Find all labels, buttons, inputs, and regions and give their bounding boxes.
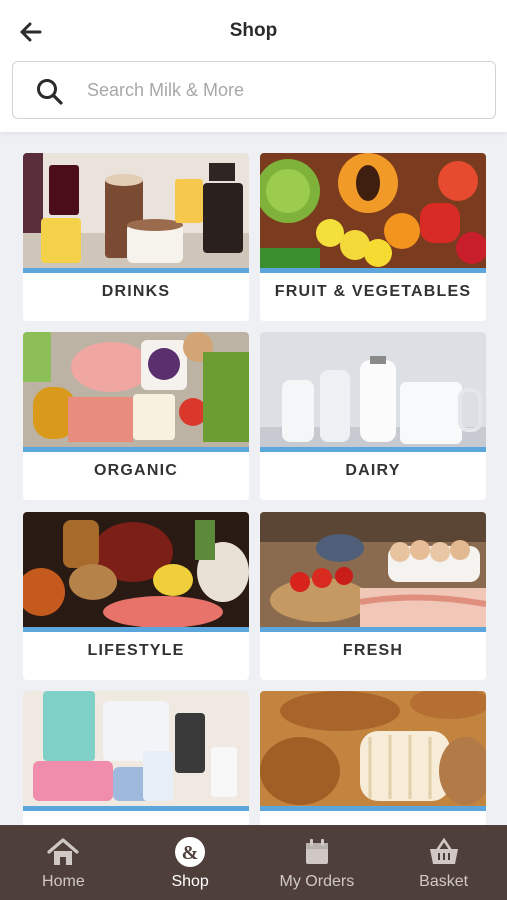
card-accent-bar	[23, 627, 249, 632]
nav-label: Shop	[171, 873, 209, 890]
nav-item-shop[interactable]: & Shop	[127, 825, 254, 900]
bottom-navigation: Home & Shop My Orders Basket	[0, 825, 507, 900]
app-header: Shop	[0, 0, 507, 132]
card-accent-bar	[260, 268, 486, 273]
category-card-fruit-vegetables[interactable]: FRUIT & VEGETABLES	[260, 153, 486, 321]
fruit-vegetables-image	[260, 153, 486, 269]
category-card-7[interactable]	[23, 691, 249, 825]
category-grid: DRINKS FRUIT & VEGETABLES ORGANIC DAIRY …	[0, 132, 507, 825]
card-accent-bar	[23, 447, 249, 452]
card-accent-bar	[260, 806, 486, 811]
search-input[interactable]	[87, 72, 477, 108]
organic-image	[23, 332, 249, 448]
shop-icon: &	[173, 837, 207, 867]
category-label: FRESH	[342, 642, 404, 659]
category-label: FRUIT & VEGETABLES	[274, 283, 472, 300]
category-8-image	[260, 691, 486, 807]
nav-label: My Orders	[279, 873, 355, 890]
dairy-image	[260, 332, 486, 448]
home-icon	[46, 837, 80, 867]
svg-text:&: &	[182, 842, 199, 864]
calendar-icon	[300, 837, 334, 867]
nav-item-basket[interactable]: Basket	[380, 825, 507, 900]
drinks-image	[23, 153, 249, 269]
card-accent-bar	[260, 627, 486, 632]
page-title: Shop	[229, 20, 278, 41]
nav-label: Basket	[419, 873, 469, 890]
card-accent-bar	[23, 268, 249, 273]
category-label: LIFESTYLE	[87, 642, 185, 659]
nav-item-home[interactable]: Home	[0, 825, 127, 900]
nav-label: Home	[42, 873, 85, 890]
category-label: DRINKS	[101, 283, 171, 300]
card-accent-bar	[260, 447, 486, 452]
fresh-image	[260, 512, 486, 628]
category-label: ORGANIC	[94, 462, 178, 479]
nav-item-my-orders[interactable]: My Orders	[254, 825, 381, 900]
category-label: DAIRY	[345, 462, 401, 479]
category-card-dairy[interactable]: DAIRY	[260, 332, 486, 500]
search-bar[interactable]	[12, 61, 496, 119]
category-7-image	[23, 691, 249, 807]
basket-icon	[427, 837, 461, 867]
lifestyle-image	[23, 512, 249, 628]
category-card-organic[interactable]: ORGANIC	[23, 332, 249, 500]
card-accent-bar	[23, 806, 249, 811]
category-card-8[interactable]	[260, 691, 486, 825]
search-icon	[37, 79, 63, 105]
category-card-lifestyle[interactable]: LIFESTYLE	[23, 512, 249, 680]
category-card-fresh[interactable]: FRESH	[260, 512, 486, 680]
category-card-drinks[interactable]: DRINKS	[23, 153, 249, 321]
